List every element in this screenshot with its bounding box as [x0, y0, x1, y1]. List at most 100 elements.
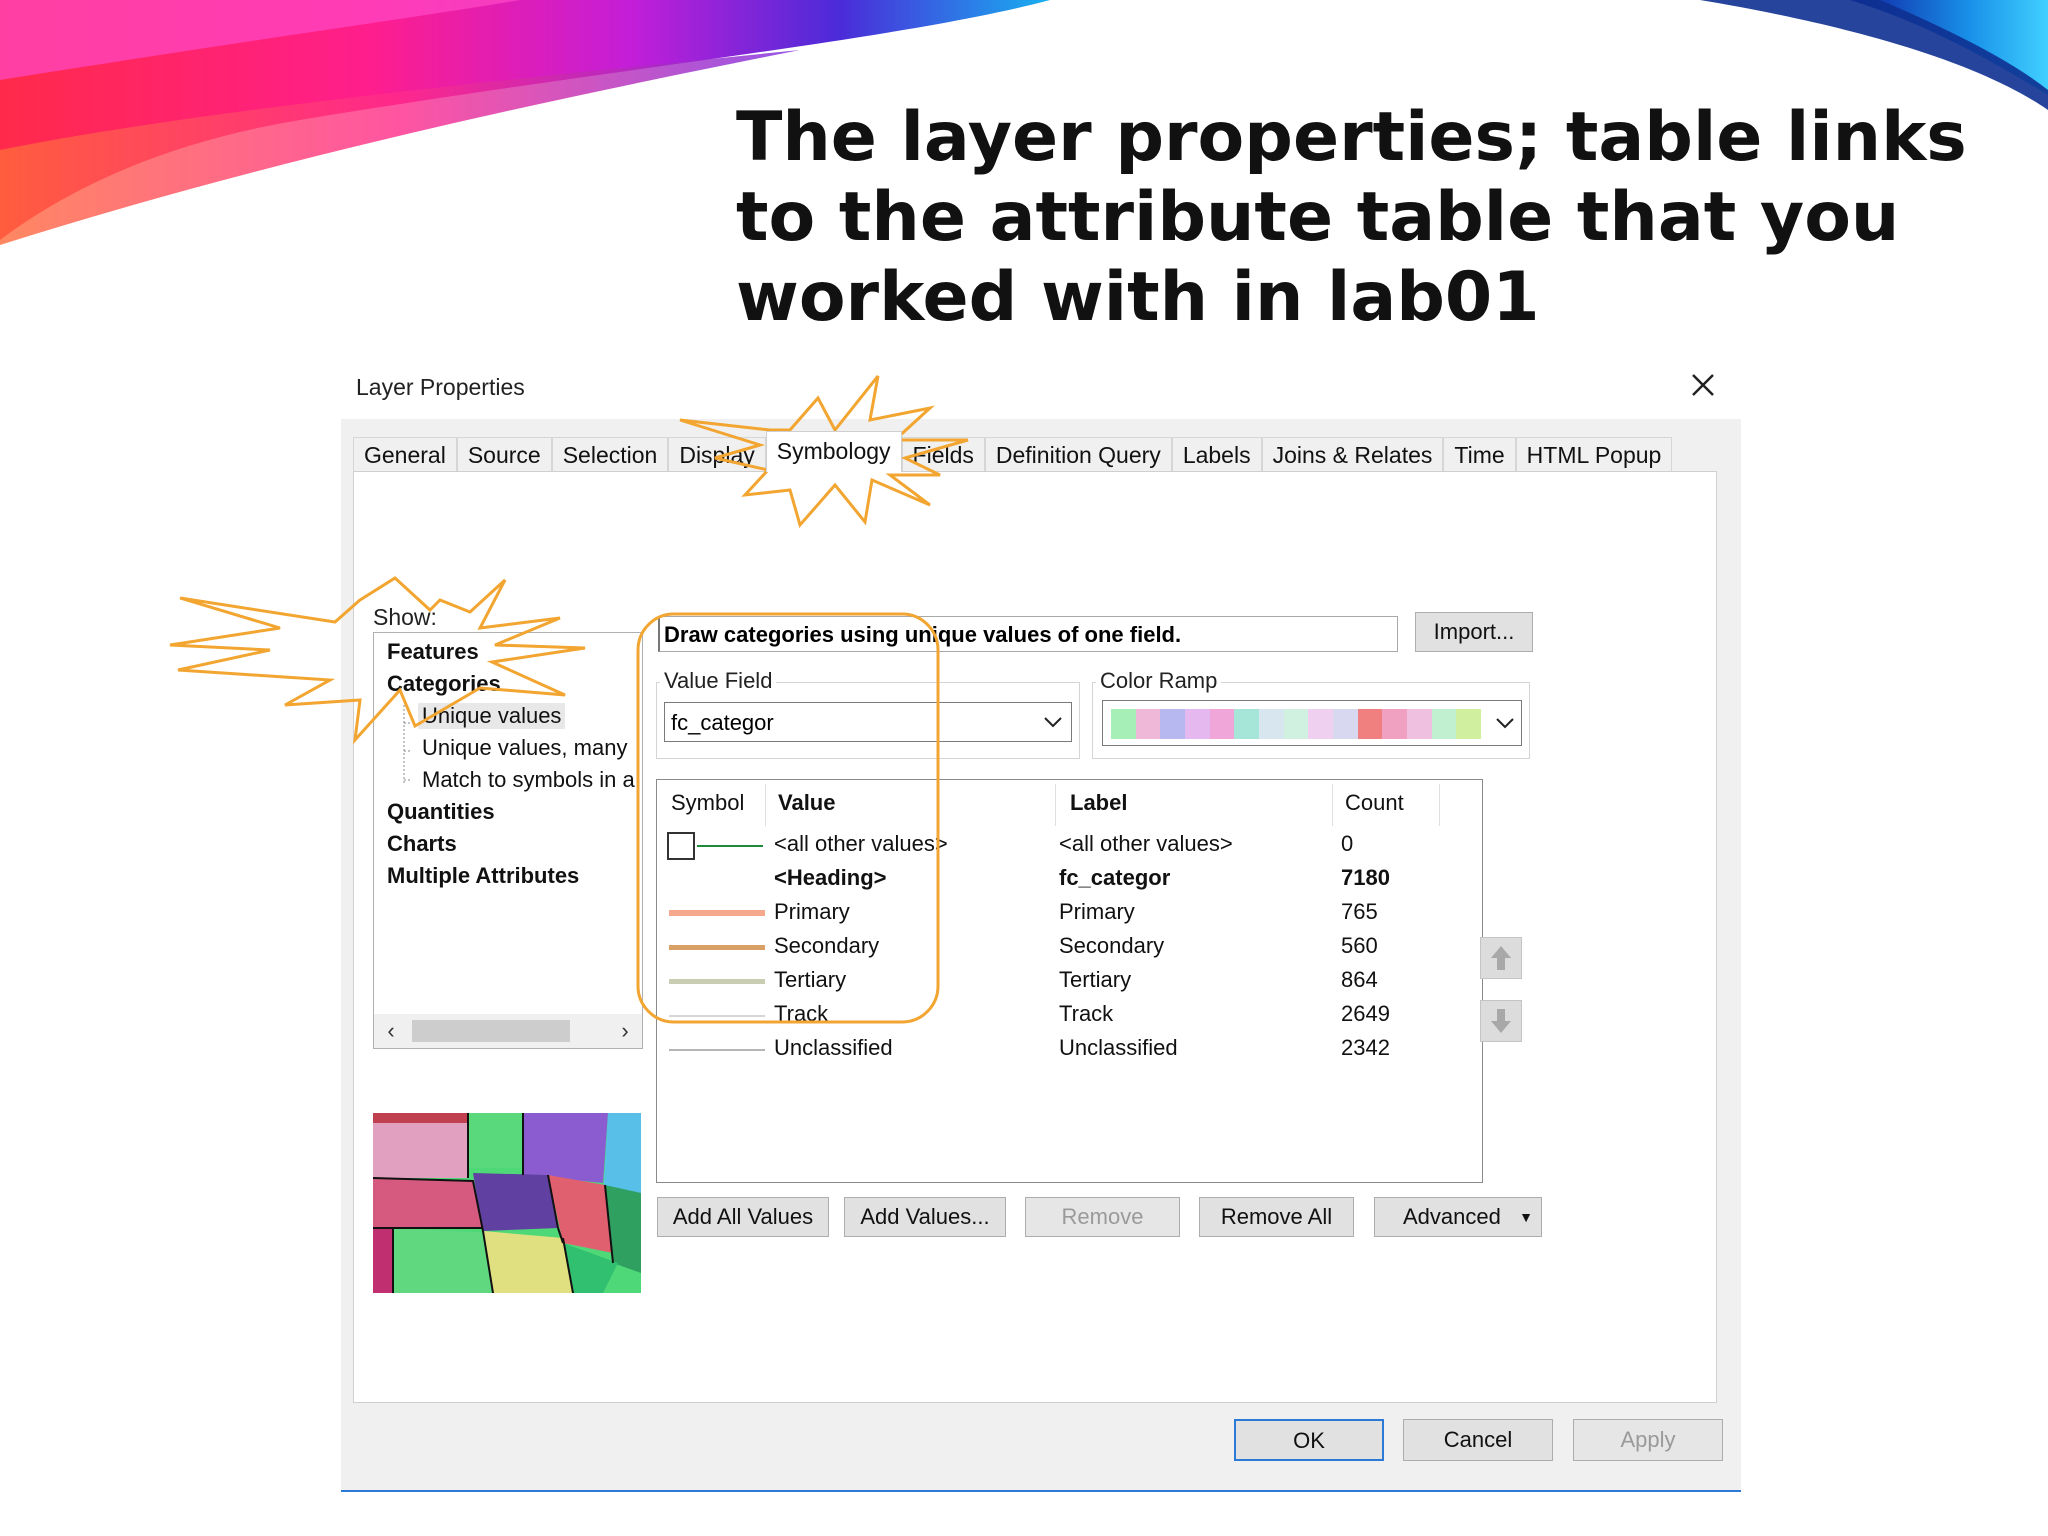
symbol-value-table: Symbol Value Label Count <all other valu…	[656, 779, 1483, 1183]
color-swatch	[1407, 709, 1432, 739]
row-value: Tertiary	[774, 967, 847, 992]
color-swatch	[1259, 709, 1284, 739]
line-symbol	[669, 1049, 765, 1051]
tab-joins-relates[interactable]: Joins & Relates	[1261, 437, 1444, 472]
symbology-panel: Show: Features Categories Unique values …	[353, 471, 1717, 1403]
import-button[interactable]: Import...	[1415, 612, 1533, 652]
color-ramp-label: Color Ramp	[1096, 668, 1222, 694]
advanced-button[interactable]: Advanced ▼	[1374, 1197, 1542, 1237]
chevron-right-icon[interactable]: ›	[610, 1014, 640, 1048]
color-swatch	[1111, 709, 1136, 739]
show-tree: Features Categories Unique values Unique…	[373, 632, 643, 1049]
advanced-button-label: Advanced	[1403, 1204, 1501, 1229]
apply-button[interactable]: Apply	[1573, 1419, 1723, 1461]
row-count: 2342	[1341, 1035, 1390, 1060]
table-row[interactable]: Tertiary Tertiary 864	[657, 964, 1482, 998]
close-icon[interactable]	[1688, 370, 1718, 400]
tree-item-quantities[interactable]: Quantities	[387, 799, 495, 825]
tree-item-features[interactable]: Features	[387, 639, 479, 665]
color-swatch	[1209, 709, 1235, 739]
color-swatch	[1333, 709, 1358, 739]
table-row[interactable]: Secondary Secondary 560	[657, 930, 1482, 964]
chevron-down-icon	[1044, 717, 1062, 728]
scrollbar-thumb[interactable]	[412, 1020, 570, 1042]
row-count: 2649	[1341, 1001, 1390, 1026]
map-preview	[373, 1113, 641, 1293]
tree-item-multiple-attributes[interactable]: Multiple Attributes	[387, 863, 579, 889]
column-header-label[interactable]: Label	[1070, 790, 1127, 816]
tree-horizontal-scrollbar[interactable]: ‹ ›	[374, 1014, 642, 1048]
row-label: Primary	[1059, 899, 1135, 924]
empty-symbol-box	[667, 832, 695, 860]
tab-definition-query[interactable]: Definition Query	[984, 437, 1172, 472]
tab-symbology[interactable]: Symbology	[765, 431, 902, 472]
row-count: 765	[1341, 899, 1378, 924]
show-label: Show:	[373, 604, 437, 630]
value-field-label: Value Field	[660, 668, 777, 694]
tab-fields[interactable]: Fields	[901, 437, 985, 472]
row-value: <all other values>	[774, 831, 948, 856]
color-swatch	[1234, 709, 1260, 739]
table-row[interactable]: Primary Primary 765	[657, 896, 1482, 930]
slide-title: The layer properties; table links to the…	[736, 98, 1967, 337]
ok-button[interactable]: OK	[1234, 1419, 1384, 1461]
line-symbol	[669, 1015, 765, 1017]
table-row[interactable]: Track Track 2649	[657, 998, 1482, 1032]
color-swatch	[1308, 709, 1334, 739]
tree-item-charts[interactable]: Charts	[387, 831, 457, 857]
tab-general[interactable]: General	[353, 437, 457, 472]
dialog-body: General Source Selection Display Symbolo…	[341, 419, 1741, 1492]
cancel-button[interactable]: Cancel	[1403, 1419, 1553, 1461]
remove-button[interactable]: Remove	[1025, 1197, 1180, 1237]
arrow-up-icon[interactable]	[1480, 937, 1522, 979]
row-value: <Heading>	[774, 865, 887, 890]
tab-selection[interactable]: Selection	[551, 437, 669, 472]
color-swatch	[1357, 709, 1383, 739]
value-field-select[interactable]: fc_categor	[664, 702, 1072, 742]
dialog-title: Layer Properties	[356, 374, 525, 400]
row-count: 864	[1341, 967, 1378, 992]
column-header-symbol[interactable]: Symbol	[671, 790, 744, 816]
add-all-values-button[interactable]: Add All Values	[657, 1197, 829, 1237]
tab-html-popup[interactable]: HTML Popup	[1515, 437, 1673, 472]
color-swatch	[1283, 709, 1309, 739]
row-label: Unclassified	[1059, 1035, 1178, 1060]
tree-item-categories[interactable]: Categories	[387, 671, 501, 697]
row-label: Secondary	[1059, 933, 1165, 958]
tab-time[interactable]: Time	[1443, 437, 1516, 472]
row-count: 560	[1341, 933, 1378, 958]
tree-item-unique-values-many[interactable]: Unique values, many	[422, 735, 627, 761]
row-label: Track	[1059, 1001, 1114, 1026]
tab-source[interactable]: Source	[456, 437, 552, 472]
tree-item-match-to-symbols[interactable]: Match to symbols in a	[422, 767, 635, 793]
remove-all-button[interactable]: Remove All	[1199, 1197, 1354, 1237]
color-swatch	[1382, 709, 1408, 739]
row-value: Secondary	[774, 933, 880, 958]
arrow-down-icon[interactable]	[1480, 1000, 1522, 1042]
chevron-left-icon[interactable]: ‹	[376, 1014, 406, 1048]
row-value: Track	[774, 1001, 829, 1026]
column-header-count[interactable]: Count	[1345, 790, 1404, 816]
line-symbol	[669, 945, 765, 950]
table-row[interactable]: <Heading> fc_categor 7180	[657, 862, 1482, 896]
color-swatch	[1185, 709, 1210, 739]
line-symbol	[697, 845, 763, 847]
tab-bar: General Source Selection Display Symbolo…	[353, 431, 1673, 472]
add-values-button[interactable]: Add Values...	[844, 1197, 1006, 1237]
description-text: Draw categories using unique values of o…	[658, 616, 1398, 652]
row-label: fc_categor	[1059, 865, 1171, 890]
row-value: Primary	[774, 899, 850, 924]
chevron-down-icon	[1496, 718, 1514, 729]
row-label: Tertiary	[1059, 967, 1132, 992]
color-ramp-select[interactable]	[1102, 700, 1522, 746]
table-row[interactable]: Unclassified Unclassified 2342	[657, 1032, 1482, 1066]
tab-display[interactable]: Display	[668, 437, 766, 472]
color-swatch	[1456, 709, 1482, 739]
tab-labels[interactable]: Labels	[1171, 437, 1262, 472]
row-label: <all other values>	[1059, 831, 1233, 856]
tree-item-unique-values[interactable]: Unique values	[418, 703, 566, 729]
table-row[interactable]: <all other values> <all other values> 0	[657, 828, 1482, 862]
color-swatch	[1160, 709, 1186, 739]
line-symbol	[669, 910, 765, 916]
column-header-value[interactable]: Value	[778, 790, 835, 816]
